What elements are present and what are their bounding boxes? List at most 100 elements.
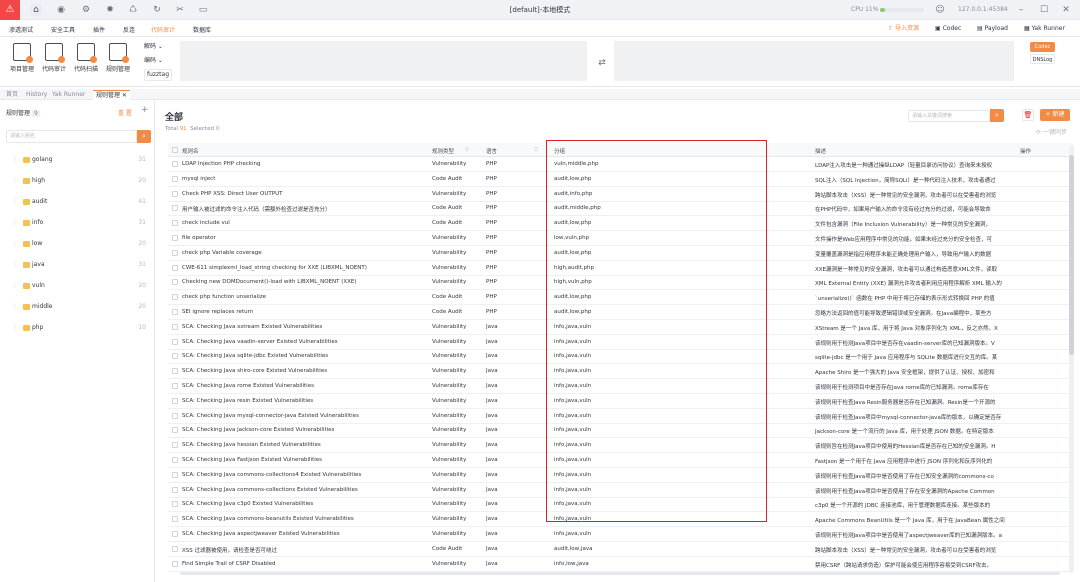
- dnslog-tool-button[interactable]: DNSLog: [1030, 54, 1055, 64]
- row-checkbox[interactable]: [172, 368, 178, 375]
- row-checkbox[interactable]: [172, 545, 178, 552]
- reset-button[interactable]: 重 置: [118, 108, 132, 117]
- row-checkbox[interactable]: [172, 338, 178, 345]
- minimize-icon[interactable]: –: [1015, 4, 1027, 16]
- vertical-scrollbar[interactable]: [1069, 145, 1074, 573]
- sidebar-group-item[interactable]: ⋮ low 20: [6, 238, 150, 252]
- drag-handle-icon[interactable]: ⋮: [12, 177, 18, 184]
- row-checkbox[interactable]: [172, 309, 178, 315]
- avatar-icon[interactable]: ☺: [934, 4, 946, 16]
- yak-runner-link[interactable]: ▦ Yak Runner: [1024, 24, 1065, 34]
- menu-reverse[interactable]: 反连: [123, 25, 135, 34]
- close-icon[interactable]: ✕: [1060, 4, 1072, 16]
- row-checkbox[interactable]: [172, 531, 178, 537]
- horizontal-scrollbar[interactable]: [180, 572, 1060, 575]
- table-row[interactable]: Find Simple Trail of CSRF Disabled Vulner…: [168, 557, 1073, 572]
- row-checkbox[interactable]: [172, 220, 178, 227]
- tab-home[interactable]: 首页: [6, 90, 18, 100]
- row-checkbox[interactable]: [172, 235, 178, 241]
- codec-tool-button[interactable]: Codec: [1030, 42, 1055, 52]
- tool-audit-label: 代码审计: [41, 66, 66, 73]
- group-search-input[interactable]: 请输入组名: [6, 130, 137, 143]
- sidebar-group-item[interactable]: ⋮ vuln 20: [6, 280, 150, 294]
- fuzztag-button[interactable]: fuzztag: [144, 69, 172, 81]
- payload-link[interactable]: ▤ Payload: [977, 24, 1008, 34]
- row-checkbox[interactable]: [172, 249, 178, 256]
- sidebar-group-item[interactable]: ⋮ golang 31: [6, 154, 150, 168]
- delete-icon[interactable]: 🗑: [1022, 109, 1034, 121]
- tool-rule-manage[interactable]: 规则管理: [103, 41, 133, 73]
- row-checkbox[interactable]: [172, 161, 178, 167]
- sidebar-group-item[interactable]: ⋮ java 31: [6, 259, 150, 273]
- menu-database[interactable]: 数据库: [193, 25, 211, 34]
- row-checkbox[interactable]: [172, 471, 178, 478]
- row-checkbox[interactable]: [172, 501, 178, 508]
- close-tab-icon[interactable]: ✕: [120, 92, 127, 99]
- maximize-icon[interactable]: ☐: [1038, 4, 1050, 16]
- row-checkbox[interactable]: [172, 442, 178, 449]
- sidebar-group-item[interactable]: ⋮ php 10: [6, 322, 150, 336]
- tab-rule-manage[interactable]: 规则管理 ✕: [93, 90, 130, 100]
- codec-input-area[interactable]: [180, 41, 587, 81]
- filter-icon[interactable]: ▽: [534, 147, 538, 153]
- decode-dropdown[interactable]: 解码 ⌄: [144, 41, 172, 53]
- row-checkbox[interactable]: [172, 457, 178, 463]
- filter-icon[interactable]: ▽: [465, 147, 469, 153]
- drag-handle-icon[interactable]: ⋮: [12, 240, 18, 247]
- sidebar-group-item[interactable]: ⋮ audit 41: [6, 196, 150, 210]
- menu-plugins[interactable]: 插件: [93, 25, 105, 34]
- row-checkbox[interactable]: [172, 412, 178, 419]
- menu-pentest[interactable]: 渗透测试: [9, 25, 33, 34]
- tool-code-scan[interactable]: 代码扫描: [71, 41, 101, 73]
- menu-code-audit[interactable]: 代码审计: [151, 25, 175, 34]
- codec-output-area[interactable]: [614, 41, 1014, 81]
- row-checkbox[interactable]: [172, 353, 178, 360]
- row-checkbox[interactable]: [172, 175, 178, 182]
- tab-yak-runner[interactable]: Yak Runner: [52, 90, 85, 100]
- row-checkbox[interactable]: [172, 264, 178, 271]
- sidebar-group-item[interactable]: ⋮ middle 20: [6, 301, 150, 315]
- tool-project-manage[interactable]: 项目管理: [7, 41, 37, 73]
- search-icon[interactable]: ⌕: [137, 130, 151, 143]
- sidebar-group-item[interactable]: ⋮ high 20: [6, 175, 150, 189]
- row-checkbox[interactable]: [172, 190, 178, 197]
- tab-history[interactable]: History: [26, 90, 47, 100]
- rule-type: Vulnerability: [432, 161, 467, 167]
- drag-handle-icon[interactable]: ⋮: [12, 261, 18, 268]
- drag-handle-icon[interactable]: ⋮: [12, 303, 18, 310]
- row-checkbox[interactable]: [172, 397, 178, 404]
- rule-language: Java: [486, 427, 498, 434]
- row-checkbox[interactable]: [172, 205, 178, 212]
- sync-button[interactable]: ⟳ 一键同步: [1036, 127, 1067, 136]
- row-checkbox[interactable]: [172, 486, 178, 493]
- table-row[interactable]: XSS 过滤器被使用，请检查是否可绕过 Code Audit Java audit,l…: [168, 542, 1073, 557]
- drag-handle-icon[interactable]: ⋮: [12, 282, 18, 289]
- tool-code-audit[interactable]: 代码审计: [39, 41, 69, 73]
- row-checkbox[interactable]: [172, 323, 178, 330]
- rule-search-input[interactable]: 请输入关键词搜索: [908, 110, 990, 122]
- row-checkbox[interactable]: [172, 516, 178, 523]
- drag-handle-icon[interactable]: ⋮: [12, 156, 18, 163]
- row-checkbox[interactable]: [172, 294, 178, 301]
- sidebar-group-item[interactable]: ⋮ info 31: [6, 217, 150, 231]
- rule-language: PHP: [486, 190, 497, 197]
- swap-icon[interactable]: ⇄: [596, 57, 608, 69]
- new-rule-button[interactable]: + 新建: [1040, 109, 1070, 121]
- menu-security-tools[interactable]: 安全工具: [51, 25, 75, 34]
- drag-handle-icon[interactable]: ⋮: [12, 198, 18, 205]
- rule-group: info,low,java: [554, 560, 589, 567]
- row-checkbox[interactable]: [172, 427, 178, 434]
- select-all-checkbox[interactable]: [172, 147, 178, 153]
- row-checkbox[interactable]: [172, 560, 178, 567]
- codec-link[interactable]: ▣ Codec: [935, 24, 961, 34]
- selected-label: Selected: [190, 126, 214, 132]
- encode-dropdown[interactable]: 编码 ⌄: [144, 55, 172, 67]
- search-icon[interactable]: ⌕: [990, 109, 1004, 122]
- drag-handle-icon[interactable]: ⋮: [12, 219, 18, 226]
- import-resource-link[interactable]: ⇪ 导入资源: [888, 24, 919, 34]
- table-row[interactable]: SCA: Checking Java aspectjweaver Existed…: [168, 527, 1073, 542]
- row-checkbox[interactable]: [172, 279, 178, 286]
- add-group-icon[interactable]: +: [141, 105, 149, 115]
- row-checkbox[interactable]: [172, 383, 178, 389]
- drag-handle-icon[interactable]: ⋮: [12, 324, 18, 331]
